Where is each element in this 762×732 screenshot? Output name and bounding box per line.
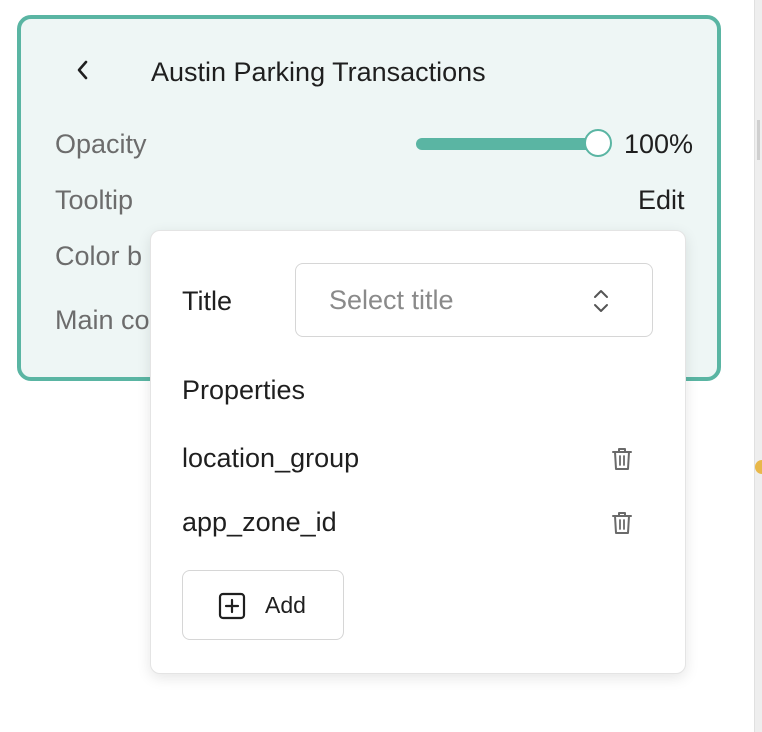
- map-road-marking: [756, 120, 762, 180]
- back-button[interactable]: [66, 56, 98, 88]
- add-property-label: Add: [265, 592, 306, 618]
- map-background: [754, 0, 762, 732]
- chevron-left-icon: [75, 59, 89, 86]
- opacity-slider-track[interactable]: [416, 138, 606, 150]
- property-item: location_group: [182, 443, 360, 473]
- properties-heading: Properties: [182, 375, 306, 405]
- color-by-label: Color b: [55, 241, 143, 271]
- trash-icon: [610, 448, 634, 476]
- add-property-button[interactable]: Add: [182, 570, 344, 640]
- title-field-label: Title: [182, 286, 233, 316]
- delete-property-button[interactable]: [610, 510, 634, 536]
- title-select[interactable]: Select title: [295, 263, 653, 337]
- layer-title: Austin Parking Transactions: [151, 57, 486, 87]
- opacity-label: Opacity: [55, 129, 147, 159]
- title-select-placeholder: Select title: [329, 285, 454, 315]
- tooltip-edit-button[interactable]: Edit: [638, 184, 685, 216]
- map-point-marker: [755, 460, 762, 474]
- property-item: app_zone_id: [182, 507, 337, 537]
- opacity-slider-thumb[interactable]: [584, 129, 612, 157]
- plus-square-icon: [218, 592, 246, 620]
- up-down-chevron-icon: [592, 288, 610, 314]
- main-color-label: Main co: [55, 305, 150, 335]
- tooltip-label: Tooltip: [55, 185, 134, 215]
- trash-icon: [610, 512, 634, 540]
- opacity-value: 100%: [624, 129, 694, 159]
- delete-property-button[interactable]: [610, 446, 634, 472]
